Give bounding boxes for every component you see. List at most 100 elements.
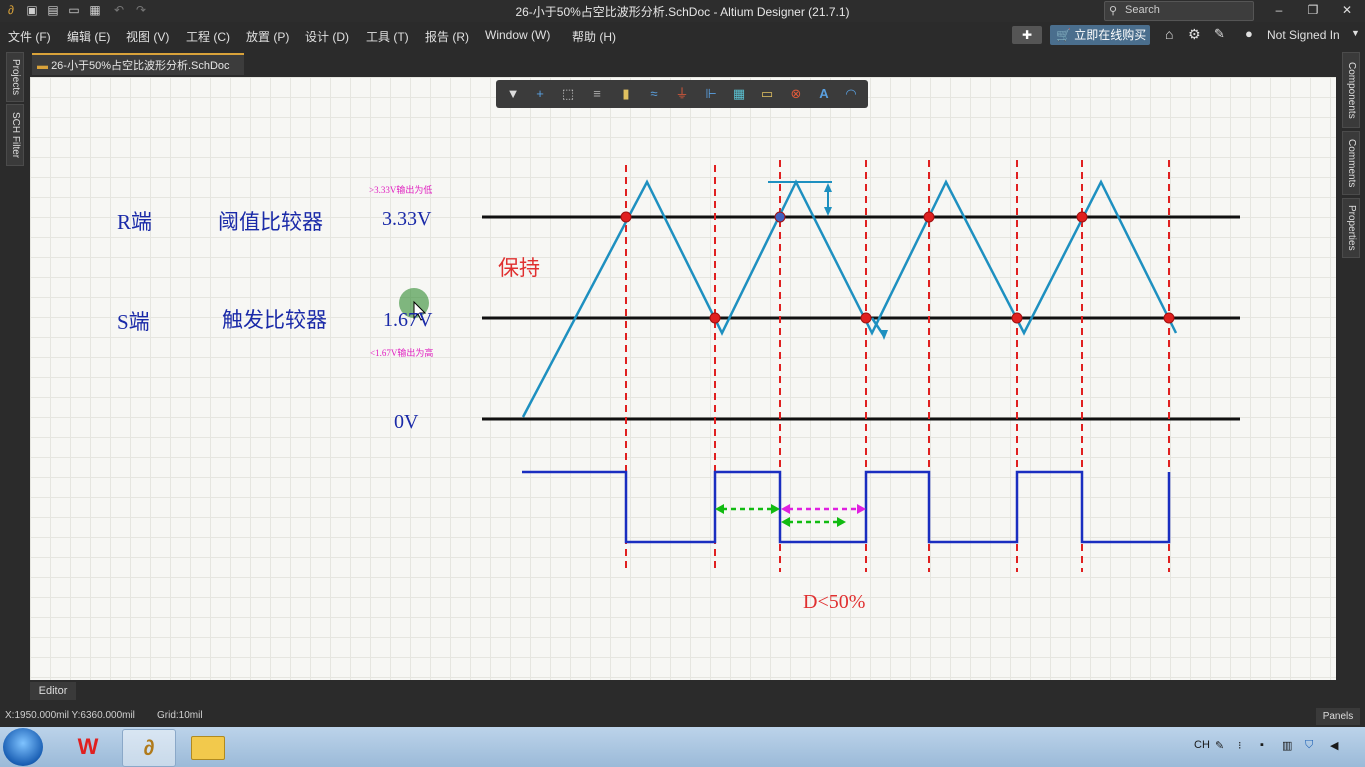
s-level-label: 1.67V [383, 309, 433, 331]
s-terminal-label: S端 [117, 310, 150, 334]
harness-icon[interactable]: ▦ [729, 84, 749, 104]
explorer-taskbar-icon[interactable] [182, 729, 234, 765]
panel-tab-comments[interactable]: Comments [1342, 131, 1360, 195]
arrow-up-icon [824, 183, 832, 192]
marker-dot [774, 211, 786, 223]
minimize-button[interactable]: – [1264, 1, 1294, 19]
search-icon: ⚲ [1109, 5, 1118, 17]
menu-view[interactable]: 视图 (V) [126, 28, 169, 45]
directive-icon[interactable]: ⊗ [786, 84, 806, 104]
wps-taskbar-icon[interactable]: W [62, 729, 114, 765]
panels-button[interactable]: Panels [1316, 708, 1360, 725]
user-icon[interactable]: ● [1245, 26, 1253, 41]
add-icon[interactable]: + [530, 84, 550, 104]
ground-icon[interactable]: ⏚ [672, 84, 692, 104]
select-rect-icon[interactable]: ⬚ [558, 84, 578, 104]
marker-dot [1011, 312, 1023, 324]
notifications-icon[interactable]: ✎ [1214, 26, 1225, 42]
r-level-label: 3.33V [382, 208, 432, 230]
document-tab-label: 26-小于50%占空比波形分析.SchDoc [51, 60, 230, 72]
network-icon[interactable]: ▥ [1282, 739, 1292, 752]
chevron-down-icon[interactable]: ▼ [1351, 28, 1360, 38]
tray-expand-icon[interactable]: ⁝ [1238, 739, 1242, 752]
marker-dot [709, 312, 721, 324]
buy-online-label: 立即在线购买 [1074, 28, 1147, 42]
menu-reports[interactable]: 报告 (R) [425, 28, 469, 45]
feedback-icon[interactable]: ✚ [1012, 26, 1042, 44]
altium-taskbar-icon[interactable]: ∂ [122, 729, 176, 767]
zero-level-label: 0V [394, 411, 419, 433]
marker-dot [860, 312, 872, 324]
panel-tab-components[interactable]: Components [1342, 52, 1360, 128]
port-icon[interactable]: ▭ [757, 84, 777, 104]
title-bar: ∂ ▣ ▤ ▭ ▦ ↶ ↷ 26-小于50%占空比波形分析.SchDoc - A… [0, 0, 1365, 22]
menu-edit[interactable]: 编辑 (E) [67, 28, 110, 45]
document-tab[interactable]: ▬ 26-小于50%占空比波形分析.SchDoc [32, 53, 244, 75]
r-terminal-label: R端 [117, 210, 152, 234]
home-icon[interactable]: ⌂ [1165, 26, 1173, 42]
panel-tab-properties[interactable]: Properties [1342, 198, 1360, 258]
r-note: >3.33V输出为低 [369, 184, 432, 195]
schematic-file-icon: ▬ [37, 60, 48, 72]
cursor-coordinates: X:1950.000mil Y:6360.000mil [5, 710, 135, 721]
menu-bar: 文件 (F) 编辑 (E) 视图 (V) 工程 (C) 放置 (P) 设计 (D… [0, 22, 1365, 48]
menu-design[interactable]: 设计 (D) [305, 28, 349, 45]
grid-size: Grid:10mil [157, 710, 203, 721]
document-tab-row: ▬ 26-小于50%占空比波形分析.SchDoc [30, 52, 1336, 76]
keyboard-icon[interactable]: ▪ [1260, 739, 1264, 751]
arc-icon[interactable]: ◠ [841, 84, 861, 104]
align-icon[interactable]: ≡ [587, 84, 607, 104]
marker-dot [620, 211, 632, 223]
hold-label: 保持 [498, 256, 540, 280]
start-button[interactable] [3, 728, 43, 766]
bus-icon[interactable]: ≈ [644, 84, 664, 104]
cart-icon: 🛒 [1056, 28, 1071, 42]
s-comparator-label: 触发比较器 [222, 308, 327, 332]
user-status[interactable]: Not Signed In [1267, 28, 1340, 42]
net-label-icon[interactable]: ⊩ [701, 84, 721, 104]
arrow-right-icon [837, 517, 846, 527]
menu-window[interactable]: Window (W) [485, 28, 550, 42]
menu-file[interactable]: 文件 (F) [8, 28, 51, 45]
close-button[interactable]: ✕ [1332, 1, 1362, 19]
arrow-right-icon [857, 504, 866, 514]
waveform-diagram: R端 阈值比较器 3.33V >3.33V输出为低 S端 触发比较器 1.67V… [117, 160, 1240, 613]
search-placeholder: Search [1125, 4, 1160, 16]
arrow-right-icon [771, 504, 780, 514]
duty-cycle-label: D<50% [803, 591, 865, 613]
s-note: <1.67V输出为高 [370, 347, 433, 358]
search-box[interactable]: ⚲ Search [1104, 1, 1254, 21]
panel-tab-projects[interactable]: Projects [6, 52, 24, 102]
volume-icon[interactable]: ◀ [1330, 739, 1338, 752]
schematic-canvas[interactable]: R端 阈值比较器 3.33V >3.33V输出为低 S端 触发比较器 1.67V… [30, 77, 1336, 680]
editor-tab[interactable]: Editor [30, 682, 76, 700]
square-wave [522, 470, 1171, 544]
security-shield-icon[interactable]: ⛉ [1305, 739, 1313, 752]
tail-arrow-icon [880, 330, 888, 340]
os-taskbar: W ∂ CH ✎ ⁝ ▪ ▥ ⛉ ◀ [0, 727, 1365, 767]
arrow-left-icon [781, 504, 790, 514]
text-icon[interactable]: A [814, 84, 834, 104]
active-bar: ▼ + ⬚ ≡ ▮ ≈ ⏚ ⊩ ▦ ▭ ⊗ A ◠ [496, 80, 868, 108]
restore-button[interactable]: ❐ [1298, 1, 1328, 19]
intersection-markers [620, 211, 1175, 324]
filter-icon[interactable]: ▼ [503, 84, 523, 104]
dashed-markers [625, 160, 1170, 572]
duration-arrows [715, 504, 866, 527]
input-method-icon[interactable]: ✎ [1215, 739, 1224, 752]
input-language[interactable]: CH [1194, 739, 1210, 751]
menu-tools[interactable]: 工具 (T) [366, 28, 409, 45]
arrow-down-icon [824, 207, 832, 216]
menu-project[interactable]: 工程 (C) [186, 28, 230, 45]
marker-dot [1076, 211, 1088, 223]
status-bar: X:1950.000mil Y:6360.000mil Grid:10mil P… [0, 705, 1365, 727]
marker-dot [1163, 312, 1175, 324]
panel-tab-sch-filter[interactable]: SCH Filter [6, 104, 24, 166]
menu-help[interactable]: 帮助 (H) [572, 28, 616, 45]
arrow-left-icon [781, 517, 790, 527]
gear-icon[interactable]: ⚙ [1188, 26, 1201, 43]
buy-online-button[interactable]: 🛒 立即在线购买 [1050, 25, 1150, 45]
part-icon[interactable]: ▮ [616, 84, 636, 104]
r-comparator-label: 阈值比较器 [218, 210, 323, 234]
menu-place[interactable]: 放置 (P) [246, 28, 289, 45]
